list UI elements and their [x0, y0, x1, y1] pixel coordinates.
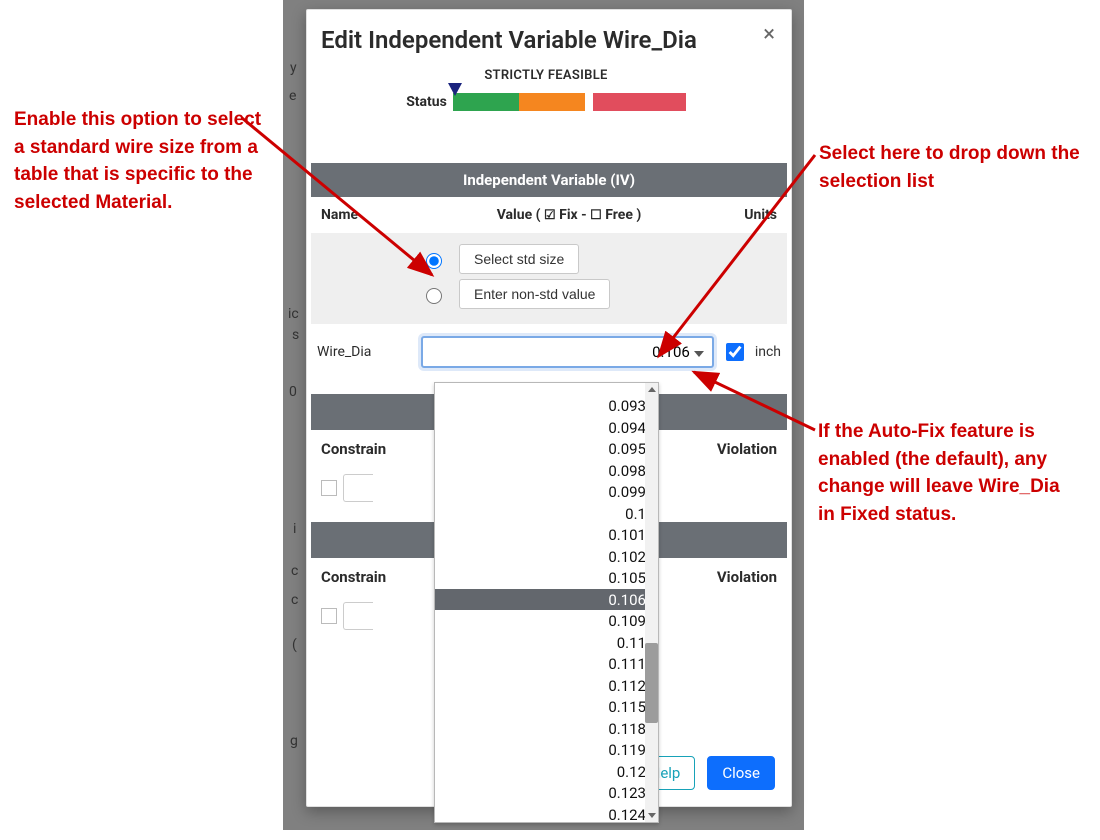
dropdown-option[interactable]: 0.101: [435, 524, 658, 546]
status-row: Status: [321, 93, 771, 111]
feasibility-label: STRICTLY FEASIBLE: [321, 68, 771, 83]
bg-fragment: y: [290, 60, 297, 76]
bg-fragment: i: [293, 521, 296, 537]
select-std-size-radio[interactable]: [426, 253, 442, 269]
select-std-size-button[interactable]: Select std size: [459, 244, 579, 274]
variable-name: Wire_Dia: [317, 344, 421, 360]
bg-fragment: c: [291, 592, 298, 608]
dropdown-option[interactable]: 0.12: [435, 761, 658, 783]
annotation-bottom-right: If the Auto-Fix feature is enabled (the …: [818, 418, 1078, 528]
close-icon[interactable]: ×: [763, 22, 775, 47]
auto-fix-checkbox[interactable]: [726, 343, 744, 361]
free-label: Free ): [602, 207, 642, 223]
iv-column-headers: Name Value ( ☑ Fix - ☐ Free ) Units: [311, 197, 787, 233]
col-units-header: Units: [717, 207, 777, 223]
dropdown-option[interactable]: 0.094: [435, 417, 658, 439]
annotation-left: Enable this option to select a standard …: [14, 106, 274, 216]
max-constrain-checkbox[interactable]: [321, 608, 337, 624]
dropdown-option[interactable]: 0.1: [435, 503, 658, 525]
col-name-header: Name: [321, 207, 421, 223]
free-glyph-icon: ☐: [590, 208, 602, 223]
dropdown-scrollbar[interactable]: [645, 383, 658, 822]
iv-section-header: Independent Variable (IV): [311, 163, 787, 197]
enter-non-std-button[interactable]: Enter non-std value: [459, 279, 610, 309]
bg-fragment: e: [289, 88, 296, 104]
dropdown-option[interactable]: [435, 383, 658, 395]
bg-fragment: ic: [288, 306, 299, 322]
value-mode-radio-group: Select std size Enter non-std value: [311, 233, 787, 324]
violation-label: Violation: [717, 440, 777, 458]
dropdown-option[interactable]: 0.106: [435, 589, 658, 611]
annotation-top-right: Select here to drop down the selection l…: [819, 140, 1089, 195]
dropdown-option[interactable]: 0.105: [435, 567, 658, 589]
bg-fragment: 0: [289, 384, 297, 400]
dropdown-option[interactable]: 0.11: [435, 632, 658, 654]
bg-fragment: s: [292, 327, 299, 343]
status-seg-orange: [519, 93, 585, 111]
dropdown-option[interactable]: 0.102: [435, 546, 658, 568]
units-label: inch: [755, 344, 781, 360]
dropdown-option[interactable]: 0.099: [435, 481, 658, 503]
dropdown-option[interactable]: 0.124: [435, 804, 658, 824]
dropdown-option[interactable]: 0.098: [435, 460, 658, 482]
dropdown-option[interactable]: 0.115: [435, 696, 658, 718]
wire-dia-select[interactable]: 0.106: [421, 336, 714, 368]
min-constrain-input[interactable]: [343, 474, 373, 502]
dropdown-option[interactable]: 0.111: [435, 653, 658, 675]
fix-label: Fix -: [556, 207, 590, 223]
status-label: Status: [406, 94, 447, 110]
status-seg-gap: [585, 93, 593, 111]
dropdown-option[interactable]: 0.109: [435, 610, 658, 632]
bg-fragment: g: [290, 733, 298, 749]
min-constrain-checkbox[interactable]: [321, 480, 337, 496]
scroll-down-icon[interactable]: [648, 813, 656, 818]
value-prefix: Value (: [497, 207, 544, 223]
status-seg-red: [593, 93, 686, 111]
col-value-header: Value ( ☑ Fix - ☐ Free ): [421, 207, 717, 223]
status-bar: [453, 93, 686, 111]
close-button[interactable]: Close: [707, 756, 775, 790]
status-seg-green: [453, 93, 519, 111]
max-constrain-input[interactable]: [343, 602, 373, 630]
dropdown-option[interactable]: 0.118: [435, 718, 658, 740]
dropdown-option[interactable]: 0.123: [435, 782, 658, 804]
dropdown-option[interactable]: 0.112: [435, 675, 658, 697]
bg-fragment: c: [291, 563, 298, 579]
dropdown-option[interactable]: 0.119: [435, 739, 658, 761]
enter-non-std-radio[interactable]: [426, 288, 442, 304]
wire-dia-dropdown[interactable]: 0.0930.0940.0950.0980.0990.10.1010.1020.…: [434, 382, 659, 823]
violation-label-2: Violation: [717, 568, 777, 586]
wire-dia-row: Wire_Dia 0.106 inch: [311, 332, 787, 374]
modal-title: Edit Independent Variable Wire_Dia: [321, 26, 697, 54]
dropdown-option[interactable]: 0.093: [435, 395, 658, 417]
scroll-thumb[interactable]: [645, 643, 658, 723]
scroll-up-icon[interactable]: [648, 387, 656, 392]
bg-fragment: (: [292, 637, 297, 653]
status-indicator-icon: [448, 83, 462, 96]
dropdown-option[interactable]: 0.095: [435, 438, 658, 460]
fix-glyph-icon: ☑: [544, 208, 556, 223]
wire-dia-value: 0.106: [652, 343, 690, 361]
modal-header: Edit Independent Variable Wire_Dia × STR…: [307, 10, 791, 143]
